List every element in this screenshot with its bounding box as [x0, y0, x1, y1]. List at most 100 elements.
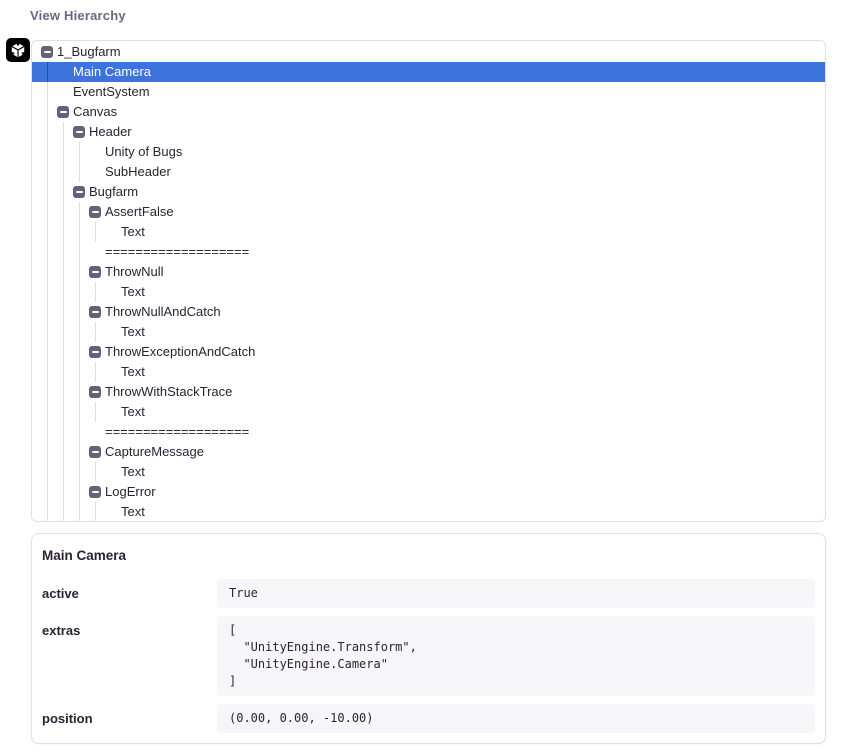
detail-value: (0.00, 0.00, -10.00) — [217, 704, 815, 733]
tree-node-canvas[interactable]: Canvas — [32, 102, 825, 122]
tree-node-main-camera[interactable]: Main Camera — [32, 62, 825, 82]
tree-node-text[interactable]: Text — [32, 282, 825, 302]
indent-guide — [57, 242, 73, 262]
tree-node-throwwithstacktrace[interactable]: ThrowWithStackTrace — [32, 382, 825, 402]
tree-node-text[interactable]: Text — [32, 222, 825, 242]
tree-node-text[interactable]: Text — [32, 362, 825, 382]
indent-guide — [57, 422, 73, 442]
unity-logo-icon — [6, 38, 30, 62]
detail-value: [ "UnityEngine.Transform", "UnityEngine.… — [217, 616, 815, 696]
indent-guide — [41, 302, 57, 322]
tree-node-label: Main Camera — [73, 62, 151, 82]
tree-node-subheader[interactable]: SubHeader — [32, 162, 825, 182]
indent-guide — [57, 142, 73, 162]
collapse-minus-icon[interactable] — [89, 306, 101, 318]
indent-guide — [73, 282, 89, 302]
indent-guide — [73, 362, 89, 382]
collapse-minus-icon[interactable] — [89, 206, 101, 218]
tree-node-text[interactable]: Text — [32, 462, 825, 482]
indent-guide — [41, 422, 57, 442]
indent-guide — [41, 382, 57, 402]
indent-guide — [73, 162, 89, 182]
detail-row-active: activeTrue — [42, 579, 815, 608]
indent-guide — [89, 502, 105, 522]
tree-node-label: ThrowNullAndCatch — [105, 302, 221, 322]
indent-guide — [41, 222, 57, 242]
collapse-minus-icon[interactable] — [89, 446, 101, 458]
indent-guide — [41, 282, 57, 302]
tree-node-separator[interactable]: =================== — [32, 242, 825, 262]
indent-guide — [41, 442, 57, 462]
tree-node-bugfarm[interactable]: Bugfarm — [32, 182, 825, 202]
tree-node-assertfalse[interactable]: AssertFalse — [32, 202, 825, 222]
collapse-minus-icon[interactable] — [89, 386, 101, 398]
indent-guide — [57, 482, 73, 502]
tree-node-capturemessage[interactable]: CaptureMessage — [32, 442, 825, 462]
indent-guide — [57, 202, 73, 222]
tree-node-label: =================== — [105, 242, 249, 262]
indent-guide — [89, 362, 105, 382]
tree-node-header[interactable]: Header — [32, 122, 825, 142]
tree-node-label: ThrowWithStackTrace — [105, 382, 232, 402]
tree-node-label: AssertFalse — [105, 202, 174, 222]
indent-guide — [89, 282, 105, 302]
tree-node-label: Canvas — [73, 102, 117, 122]
detail-key: active — [42, 579, 217, 601]
tree-node-text[interactable]: Text — [32, 502, 825, 522]
indent-guide — [41, 262, 57, 282]
tree-node-1-bugfarm[interactable]: 1_Bugfarm — [32, 42, 825, 62]
collapse-minus-icon[interactable] — [89, 266, 101, 278]
tree-node-label: 1_Bugfarm — [57, 42, 121, 62]
tree-node-label: Text — [121, 282, 145, 302]
indent-guide — [57, 282, 73, 302]
tree-node-text[interactable]: Text — [32, 402, 825, 422]
page-title: View Hierarchy — [30, 8, 126, 23]
tree-node-label: ThrowNull — [105, 262, 164, 282]
indent-guide — [41, 362, 57, 382]
indent-guide — [73, 442, 89, 462]
indent-guide — [41, 342, 57, 362]
tree-node-label: Unity of Bugs — [105, 142, 182, 162]
indent-guide — [73, 262, 89, 282]
collapse-minus-icon[interactable] — [89, 486, 101, 498]
indent-guide — [73, 342, 89, 362]
indent-guide — [57, 262, 73, 282]
tree-node-logerror[interactable]: LogError — [32, 482, 825, 502]
tree-node-separator[interactable]: =================== — [32, 422, 825, 442]
detail-row-extras: extras[ "UnityEngine.Transform", "UnityE… — [42, 616, 815, 696]
indent-guide — [57, 502, 73, 522]
collapse-minus-icon[interactable] — [57, 106, 69, 118]
indent-guide — [57, 162, 73, 182]
tree-node-throwexceptionandcatch[interactable]: ThrowExceptionAndCatch — [32, 342, 825, 362]
indent-guide — [73, 202, 89, 222]
tree-node-text[interactable]: Text — [32, 322, 825, 342]
indent-guide — [89, 322, 105, 342]
indent-guide — [41, 122, 57, 142]
collapse-minus-icon[interactable] — [41, 46, 53, 58]
tree-node-thrownullandcatch[interactable]: ThrowNullAndCatch — [32, 302, 825, 322]
detail-panel: Main Camera activeTrueextras[ "UnityEngi… — [31, 533, 826, 744]
tree-node-unity-of-bugs[interactable]: Unity of Bugs — [32, 142, 825, 162]
tree-node-eventsystem[interactable]: EventSystem — [32, 82, 825, 102]
collapse-minus-icon[interactable] — [89, 346, 101, 358]
indent-guide — [57, 342, 73, 362]
detail-key: position — [42, 704, 217, 726]
tree-node-label: Text — [121, 502, 145, 522]
indent-guide — [41, 62, 57, 82]
tree-node-label: CaptureMessage — [105, 442, 204, 462]
indent-guide — [41, 142, 57, 162]
indent-guide — [41, 402, 57, 422]
tree-node-label: Text — [121, 462, 145, 482]
indent-guide — [73, 142, 89, 162]
indent-guide — [41, 202, 57, 222]
indent-guide — [57, 222, 73, 242]
indent-guide — [73, 222, 89, 242]
detail-row-position: position(0.00, 0.00, -10.00) — [42, 704, 815, 733]
collapse-minus-icon[interactable] — [73, 126, 85, 138]
tree-node-thrownull[interactable]: ThrowNull — [32, 262, 825, 282]
indent-guide — [57, 382, 73, 402]
detail-rows: activeTrue extras[ "UnityEngine.Transform… — [42, 579, 815, 733]
detail-value: True — [217, 579, 815, 608]
indent-guide — [73, 242, 89, 262]
collapse-minus-icon[interactable] — [73, 186, 85, 198]
